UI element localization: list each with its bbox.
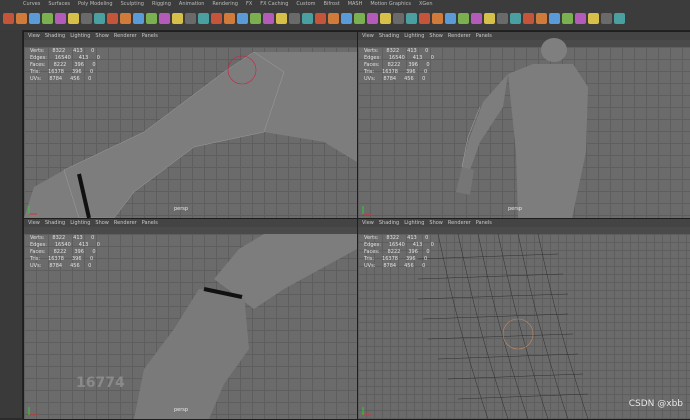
shelf-tool-icon[interactable] — [250, 13, 261, 24]
shelf-tab[interactable]: Rendering — [211, 0, 239, 9]
shelf-tool-icon[interactable] — [81, 13, 92, 24]
shelf-tool-icon[interactable] — [3, 13, 14, 24]
poly-count-hud: Verts: 8322 413 0 Edges: 16540 413 0 Faces: 822… — [364, 48, 434, 82]
shelf-tool-icon[interactable] — [393, 13, 404, 24]
shelf-icons — [0, 10, 625, 28]
shelf-tool-icon[interactable] — [419, 13, 430, 24]
shelf-tool-icon[interactable] — [549, 13, 560, 24]
shelf-tool-icon[interactable] — [380, 13, 391, 24]
shelf-tool-icon[interactable] — [471, 13, 482, 24]
poly-count-hud: Verts: 8322 413 0 Edges: 16540 413 0 Faces: 822… — [364, 235, 434, 269]
shelf-tab[interactable]: FX Caching — [259, 0, 289, 9]
shelf-tab[interactable]: Animation — [178, 0, 206, 9]
shelf-tool-icon[interactable] — [601, 13, 612, 24]
shelf-tool-icon[interactable] — [68, 13, 79, 24]
tool-box — [0, 30, 23, 418]
shelf-tool-icon[interactable] — [159, 13, 170, 24]
shelf-tool-icon[interactable] — [263, 13, 274, 24]
camera-label: persp — [174, 206, 189, 212]
shelf-tool-icon[interactable] — [198, 13, 209, 24]
shelf-tool-icon[interactable] — [55, 13, 66, 24]
shelf-tool-icon[interactable] — [315, 13, 326, 24]
shelf-tool-icon[interactable] — [354, 13, 365, 24]
shelf-tool-icon[interactable] — [497, 13, 508, 24]
shelf-tool-icon[interactable] — [133, 13, 144, 24]
shelf-tool-icon[interactable] — [172, 13, 183, 24]
shelf-tool-icon[interactable] — [16, 13, 27, 24]
poly-count-hud: Verts: 8322 413 0 Edges: 16540 413 0 Faces: 822… — [30, 48, 100, 82]
axis-gizmo — [362, 407, 371, 416]
shelf-tool-icon[interactable] — [42, 13, 53, 24]
viewport-bottom-left[interactable]: View Shading Lighting Show Renderer Pane… — [23, 218, 358, 420]
shelf-tool-icon[interactable] — [276, 13, 287, 24]
shelf-tool-icon[interactable] — [445, 13, 456, 24]
axis-gizmo — [28, 206, 37, 215]
camera-label: persp — [174, 407, 189, 413]
shelf-tool-icon[interactable] — [29, 13, 40, 24]
shelf-tool-icon[interactable] — [458, 13, 469, 24]
shelf-tab[interactable]: MASH — [347, 0, 364, 9]
camera-label: persp — [508, 206, 523, 212]
poly-count-hud: Verts: 8322 413 0 Edges: 16540 413 0 Faces: 822… — [30, 235, 100, 269]
shelf-tool-icon[interactable] — [237, 13, 248, 24]
shelf-tool-icon[interactable] — [575, 13, 586, 24]
shelf-tab[interactable]: Curves — [22, 0, 41, 9]
shelf-tab[interactable]: Custom — [295, 0, 316, 9]
shelf-tab[interactable]: Surfaces — [47, 0, 71, 9]
shelf-tool-icon[interactable] — [328, 13, 339, 24]
shelf-tool-icon[interactable] — [536, 13, 547, 24]
shelf-tab[interactable]: Poly Modeling — [77, 0, 114, 9]
viewport-top-left[interactable]: View Shading Lighting Show Renderer Pane… — [23, 31, 358, 219]
shelf-tab[interactable]: Sculpting — [120, 0, 145, 9]
shelf-tool-icon[interactable] — [302, 13, 313, 24]
shelf-tabs: Curves Surfaces Poly Modeling Sculpting … — [22, 0, 434, 9]
shelf-tool-icon[interactable] — [432, 13, 443, 24]
shelf-tool-icon[interactable] — [614, 13, 625, 24]
shelf-tool-icon[interactable] — [94, 13, 105, 24]
toolbar: Curves Surfaces Poly Modeling Sculpting … — [0, 0, 690, 31]
axis-gizmo — [362, 206, 371, 215]
watermark-number: 16774 — [76, 375, 125, 391]
shelf-tool-icon[interactable] — [562, 13, 573, 24]
shelf-tab[interactable]: Motion Graphics — [369, 0, 412, 9]
shelf-tool-icon[interactable] — [588, 13, 599, 24]
shelf-tool-icon[interactable] — [107, 13, 118, 24]
shelf-tool-icon[interactable] — [510, 13, 521, 24]
shelf-tool-icon[interactable] — [406, 13, 417, 24]
shelf-tool-icon[interactable] — [367, 13, 378, 24]
credit-text: CSDN @xbb — [628, 399, 683, 409]
shelf-tab[interactable]: Rigging — [151, 0, 172, 9]
shelf-tool-icon[interactable] — [341, 13, 352, 24]
axis-gizmo — [28, 407, 37, 416]
shelf-tool-icon[interactable] — [523, 13, 534, 24]
shelf-tool-icon[interactable] — [289, 13, 300, 24]
viewport-top-right[interactable]: View Shading Lighting Show Renderer Pane… — [357, 31, 690, 219]
shelf-tab[interactable]: Bifrost — [323, 0, 341, 9]
shelf-tab[interactable]: FX — [245, 0, 253, 9]
shelf-tool-icon[interactable] — [120, 13, 131, 24]
shelf-tool-icon[interactable] — [224, 13, 235, 24]
viewport-bottom-right[interactable]: View Shading Lighting Show Renderer Pane… — [357, 218, 690, 420]
shelf-tool-icon[interactable] — [211, 13, 222, 24]
shelf-tab[interactable]: XGen — [418, 0, 434, 9]
shelf-tool-icon[interactable] — [185, 13, 196, 24]
shelf-tool-icon[interactable] — [484, 13, 495, 24]
shelf-tool-icon[interactable] — [146, 13, 157, 24]
